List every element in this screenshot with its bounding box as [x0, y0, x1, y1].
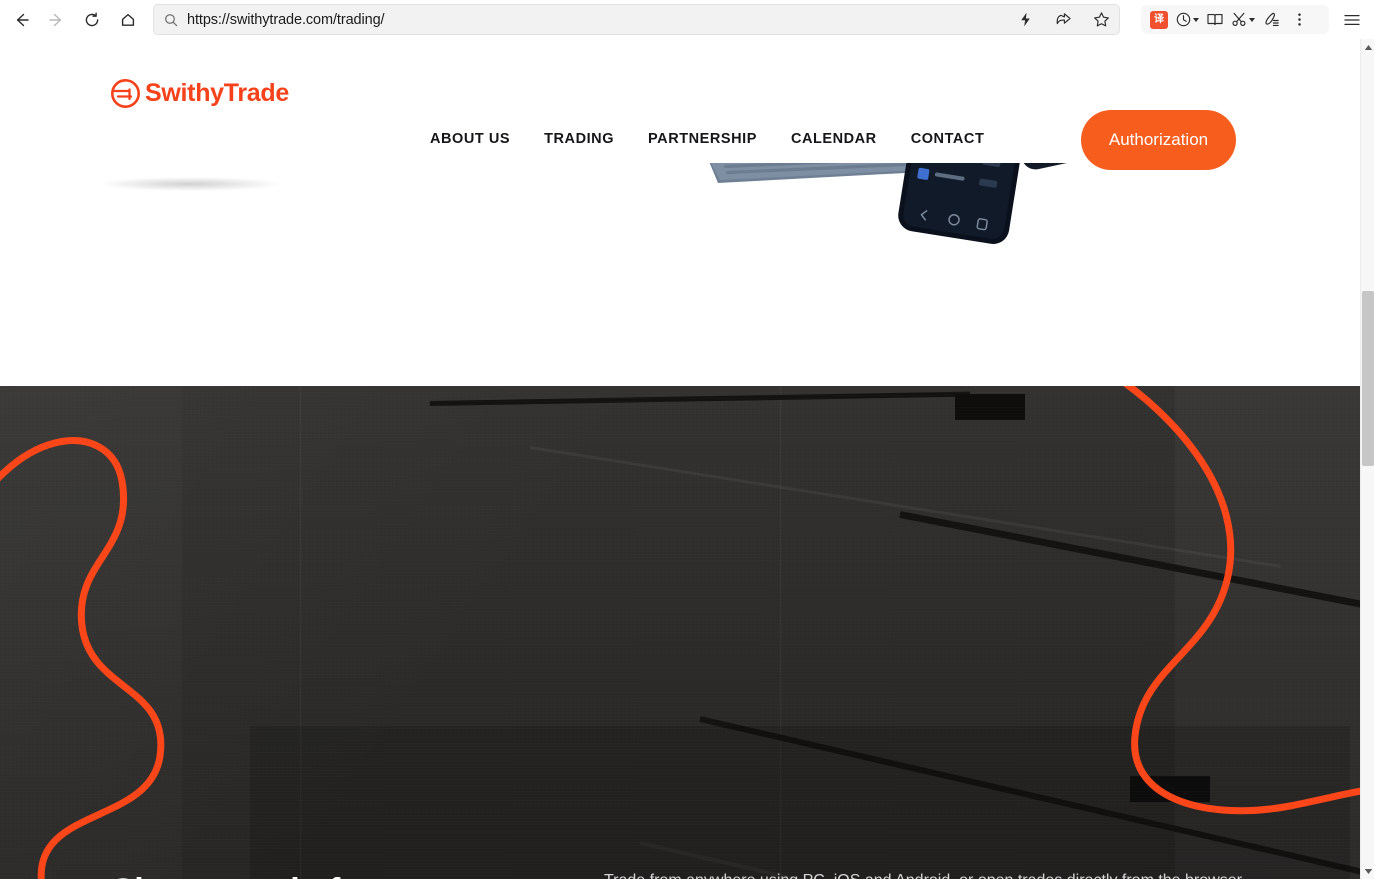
- main-navigation: ABOUT US TRADING PARTNERSHIP CALENDAR CO…: [430, 131, 984, 147]
- swithytrade-logo-icon: [109, 77, 142, 110]
- scrollbar-down-arrow-icon[interactable]: [1361, 863, 1374, 879]
- nav-item-about-us[interactable]: ABOUT US: [430, 131, 510, 147]
- reading-mode-icon[interactable]: [1012, 6, 1040, 34]
- forward-arrow-icon: [49, 13, 62, 26]
- browser-reload-button[interactable]: [77, 5, 107, 35]
- more-icon[interactable]: [1286, 7, 1312, 33]
- book-icon[interactable]: [1202, 7, 1228, 33]
- site-logo-text: SwithyTrade: [145, 79, 289, 107]
- browser-back-button[interactable]: [7, 5, 37, 35]
- hero-device-illustration: [660, 163, 1130, 343]
- platform-section-heading: Choose a platform: [110, 872, 404, 879]
- star-icon[interactable]: [1087, 6, 1115, 34]
- translate-icon-glyph: 译: [1150, 10, 1168, 29]
- nav-item-trading[interactable]: TRADING: [544, 131, 614, 147]
- site-header: SwithyTrade ABOUT US TRADING PARTNERSHIP…: [0, 39, 1360, 170]
- extensions-tray: 译: [1141, 5, 1329, 34]
- decorative-curve-right: [1123, 386, 1360, 815]
- hamburger-menu-icon[interactable]: [1338, 6, 1366, 34]
- hero-image-remnant: [0, 163, 1360, 347]
- reload-icon: [85, 12, 99, 26]
- address-bar[interactable]: https://swithytrade.com/trading/: [153, 4, 1120, 35]
- page-viewport: SwithyTrade ABOUT US TRADING PARTNERSHIP…: [0, 39, 1360, 879]
- browser-toolbar: https://swithytrade.com/trading/ 译: [0, 0, 1374, 39]
- browser-home-button[interactable]: [113, 5, 143, 35]
- history-icon[interactable]: [1174, 7, 1200, 33]
- back-arrow-icon: [16, 13, 29, 26]
- address-bar-text[interactable]: https://swithytrade.com/trading/: [187, 12, 385, 28]
- nav-item-partnership[interactable]: PARTNERSHIP: [648, 131, 757, 147]
- authorization-button[interactable]: Authorization: [1081, 110, 1236, 170]
- scissors-icon[interactable]: [1230, 7, 1256, 33]
- address-bar-actions: [1007, 4, 1120, 35]
- chevron-down-icon: [1193, 17, 1199, 22]
- translate-icon[interactable]: 译: [1146, 7, 1172, 33]
- site-logo[interactable]: SwithyTrade: [109, 77, 289, 110]
- decorative-curve-left: [0, 437, 165, 879]
- hero-bottom-spacer: [0, 347, 1360, 387]
- nav-item-contact[interactable]: CONTACT: [911, 131, 985, 147]
- share-icon[interactable]: [1049, 6, 1077, 34]
- nav-item-calendar[interactable]: CALENDAR: [791, 131, 877, 147]
- choose-platform-section: Choose a platform Trade from anywhere us…: [0, 386, 1360, 879]
- platform-section-description: Trade from anywhere using PC, iOS and An…: [604, 867, 1254, 879]
- browser-forward-button[interactable]: [41, 5, 71, 35]
- scrollbar-up-arrow-icon[interactable]: [1361, 39, 1374, 55]
- chevron-down-icon: [1249, 17, 1255, 22]
- pen-icon[interactable]: [1258, 7, 1284, 33]
- page-scrollbar[interactable]: [1360, 39, 1374, 879]
- search-icon: [164, 13, 178, 27]
- home-icon: [121, 13, 135, 26]
- hero-shadow: [100, 177, 280, 191]
- scrollbar-thumb[interactable]: [1362, 291, 1374, 466]
